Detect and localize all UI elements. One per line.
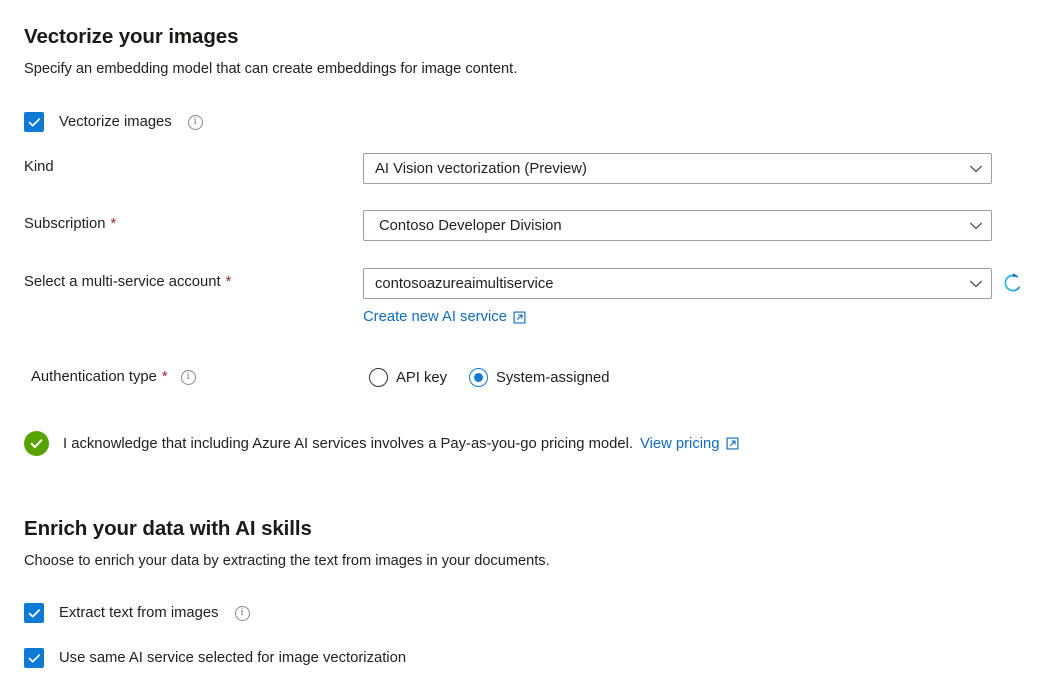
info-icon[interactable] [188, 115, 203, 130]
required-marker: * [162, 369, 168, 385]
page-description: Specify an embedding model that can crea… [24, 61, 517, 77]
authentication-type-radio-group[interactable]: API key System-assigned [369, 368, 610, 387]
subscription-dropdown[interactable]: Contoso Developer Division [363, 210, 992, 241]
use-same-ai-service-checkbox[interactable] [24, 648, 44, 668]
chevron-down-icon [968, 161, 984, 177]
multi-service-account-label-text: Select a multi-service account [24, 274, 221, 290]
use-same-ai-service-label: Use same AI service selected for image v… [59, 650, 406, 666]
radio-option-system-assigned[interactable]: System-assigned [469, 368, 610, 387]
required-marker: * [226, 274, 232, 290]
required-marker: * [110, 216, 116, 232]
authentication-type-label-text: Authentication type [31, 369, 157, 385]
use-same-ai-service-row[interactable]: Use same AI service selected for image v… [24, 648, 406, 668]
extract-text-from-images-label: Extract text from images [59, 605, 219, 621]
kind-label: Kind [24, 159, 54, 175]
chevron-down-icon [968, 276, 984, 292]
refresh-accounts-button[interactable] [1000, 270, 1026, 296]
multi-service-account-dropdown[interactable]: contosoazureaimultiservice [363, 268, 992, 299]
external-link-icon [726, 437, 739, 450]
subscription-label-text: Subscription [24, 216, 105, 232]
vectorize-images-page: Vectorize your images Specify an embeddi… [0, 0, 1044, 691]
radio-system-assigned[interactable] [469, 368, 488, 387]
kind-label-text: Kind [24, 159, 54, 175]
multi-service-account-label: Select a multi-service account * [24, 274, 231, 290]
kind-dropdown-value: AI Vision vectorization (Preview) [375, 161, 587, 177]
create-new-ai-service-label: Create new AI service [363, 309, 507, 325]
extract-text-from-images-row[interactable]: Extract text from images [24, 603, 250, 623]
info-icon[interactable] [181, 370, 196, 385]
vectorize-images-checkbox-row[interactable]: Vectorize images [24, 112, 203, 132]
view-pricing-link[interactable]: View pricing [640, 436, 739, 452]
create-new-ai-service-link[interactable]: Create new AI service [363, 309, 526, 325]
enrich-section-title: Enrich your data with AI skills [24, 517, 312, 541]
multi-service-account-dropdown-value: contosoazureaimultiservice [375, 276, 553, 292]
vectorize-images-checkbox[interactable] [24, 112, 44, 132]
external-link-icon [513, 311, 526, 324]
chevron-down-icon [968, 218, 984, 234]
subscription-dropdown-value: Contoso Developer Division [375, 218, 562, 234]
view-pricing-label: View pricing [640, 436, 720, 452]
radio-api-key-label: API key [396, 370, 447, 386]
radio-system-assigned-label: System-assigned [496, 370, 610, 386]
refresh-icon [1002, 272, 1024, 294]
success-check-icon [24, 431, 49, 456]
extract-text-from-images-checkbox[interactable] [24, 603, 44, 623]
acknowledgement-text: I acknowledge that including Azure AI se… [63, 436, 633, 452]
authentication-type-label: Authentication type * [31, 369, 196, 385]
acknowledgement-row: I acknowledge that including Azure AI se… [24, 431, 739, 456]
page-title: Vectorize your images [24, 25, 238, 49]
subscription-label: Subscription * [24, 216, 116, 232]
info-icon[interactable] [235, 606, 250, 621]
radio-api-key[interactable] [369, 368, 388, 387]
kind-dropdown[interactable]: AI Vision vectorization (Preview) [363, 153, 992, 184]
enrich-section-description: Choose to enrich your data by extracting… [24, 553, 550, 569]
radio-option-api-key[interactable]: API key [369, 368, 447, 387]
vectorize-images-label: Vectorize images [59, 114, 172, 130]
